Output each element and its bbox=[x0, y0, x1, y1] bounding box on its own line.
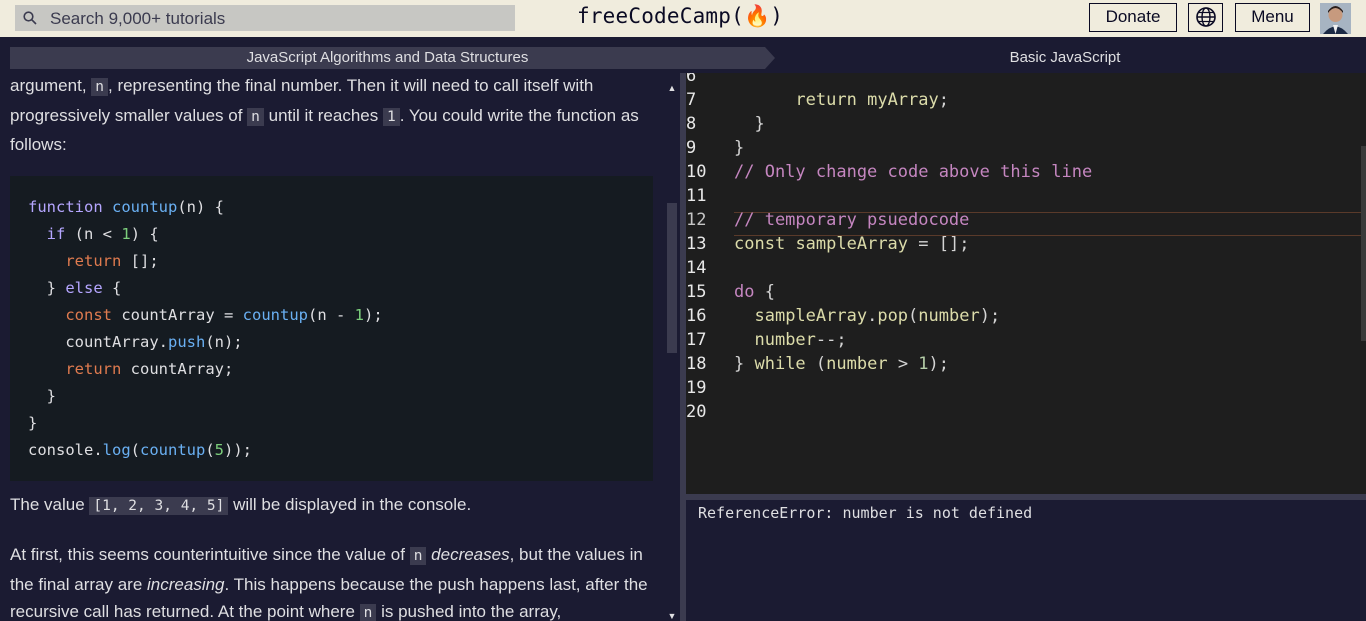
line-number: 7 bbox=[686, 90, 697, 110]
line-code[interactable]: // temporary psuedocode bbox=[734, 208, 969, 232]
inline-code: n bbox=[91, 78, 108, 96]
breadcrumb-superblock[interactable]: JavaScript Algorithms and Data Structure… bbox=[10, 47, 775, 69]
editor-line[interactable]: 18 } while (number > 1); bbox=[686, 352, 1366, 376]
line-code[interactable]: number--; bbox=[734, 328, 846, 352]
editor-line[interactable]: 19 bbox=[686, 376, 1366, 400]
inline-code: n bbox=[247, 107, 264, 126]
search-icon bbox=[23, 11, 37, 25]
instructions-paragraph: At first, this seems counterintuitive si… bbox=[10, 541, 650, 621]
line-number: 18 bbox=[686, 354, 707, 374]
line-code[interactable]: sampleArray.pop(number); bbox=[734, 304, 1000, 328]
line-number: 13 bbox=[686, 234, 707, 254]
emphasis: decreases bbox=[431, 545, 510, 564]
editor-line[interactable]: 12 // temporary psuedocode bbox=[686, 208, 1366, 232]
editor-line[interactable]: 10 // Only change code above this line bbox=[686, 160, 1366, 184]
text: At first, this seems counterintuitive si… bbox=[10, 545, 410, 564]
inline-code: n bbox=[359, 604, 377, 621]
instructions-panel: argument, n, representing the final numb… bbox=[0, 73, 680, 621]
scrollbar-thumb[interactable] bbox=[667, 203, 677, 353]
line-code[interactable]: return myArray; bbox=[734, 88, 949, 112]
donate-button[interactable]: Donate bbox=[1089, 3, 1177, 32]
text: is pushed into the array, bbox=[376, 602, 562, 621]
line-code[interactable]: // Only change code above this line bbox=[734, 160, 1092, 184]
line-code[interactable]: do { bbox=[734, 280, 775, 304]
editor-scrollbar[interactable] bbox=[1361, 146, 1366, 341]
line-number: 17 bbox=[686, 330, 707, 350]
search-input[interactable]: Search 9,000+ tutorials bbox=[50, 9, 225, 29]
example-code-block: function countup(n) { if (n < 1) { retur… bbox=[10, 176, 653, 481]
text: until it reaches bbox=[263, 105, 383, 125]
editor-line[interactable]: 9} bbox=[686, 136, 1366, 160]
breadcrumb-superblock-label: JavaScript Algorithms and Data Structure… bbox=[246, 49, 529, 66]
line-code[interactable]: const sampleArray = []; bbox=[734, 232, 969, 256]
language-button[interactable] bbox=[1188, 3, 1223, 32]
line-number: 12 bbox=[686, 210, 707, 230]
top-nav: Search 9,000+ tutorials freeCodeCamp(🔥) … bbox=[0, 0, 1366, 37]
menu-button[interactable]: Menu bbox=[1235, 3, 1310, 32]
inline-code: [1, 2, 3, 4, 5] bbox=[89, 497, 229, 515]
inline-code: n bbox=[409, 547, 427, 565]
scroll-up-arrow-icon[interactable]: ▲ bbox=[666, 83, 678, 93]
line-number: 14 bbox=[686, 258, 707, 278]
breadcrumb-block[interactable]: Basic JavaScript bbox=[775, 47, 1355, 69]
editor-line[interactable]: 11 bbox=[686, 184, 1366, 208]
editor-line[interactable]: 13 const sampleArray = []; bbox=[686, 232, 1366, 256]
line-number: 8 bbox=[686, 114, 697, 134]
scroll-down-arrow-icon[interactable]: ▼ bbox=[666, 611, 678, 621]
instructions-paragraph: argument, n, representing the final numb… bbox=[10, 73, 650, 159]
brand-logo[interactable]: freeCodeCamp(🔥) bbox=[577, 4, 783, 29]
avatar[interactable] bbox=[1320, 3, 1351, 34]
line-code[interactable]: } bbox=[734, 136, 744, 160]
line-code[interactable]: } bbox=[734, 112, 764, 136]
globe-icon bbox=[1195, 7, 1216, 27]
breadcrumb: JavaScript Algorithms and Data Structure… bbox=[0, 37, 1366, 73]
line-number: 20 bbox=[686, 402, 707, 422]
console-output: ReferenceError: number is not defined bbox=[686, 500, 1366, 621]
inline-code: 1 bbox=[382, 107, 400, 126]
line-number: 19 bbox=[686, 378, 707, 398]
editor-line[interactable]: 7 return myArray; bbox=[686, 88, 1366, 112]
instructions-paragraph: The value [1, 2, 3, 4, 5] will be displa… bbox=[10, 491, 650, 521]
editor-line[interactable]: 20 bbox=[686, 400, 1366, 424]
user-avatar-icon bbox=[1320, 3, 1351, 34]
search-bar[interactable]: Search 9,000+ tutorials bbox=[15, 5, 515, 31]
editor-line[interactable]: 14 bbox=[686, 256, 1366, 280]
text: will be displayed in the console. bbox=[228, 495, 472, 514]
line-number: 15 bbox=[686, 282, 707, 302]
instructions-scrollbar[interactable]: ▲ ▼ bbox=[666, 80, 678, 621]
line-number: 11 bbox=[686, 186, 707, 206]
editor-line[interactable]: 17 number--; bbox=[686, 328, 1366, 352]
text: The value bbox=[10, 495, 90, 514]
console-error-text: ReferenceError: number is not defined bbox=[698, 504, 1033, 522]
line-number: 6 bbox=[686, 73, 697, 86]
emphasis: increasing bbox=[147, 574, 225, 594]
text: argument, bbox=[10, 76, 92, 95]
code-editor[interactable]: 67 return myArray; 8 } 9} 10// Only change … bbox=[686, 73, 1366, 494]
line-number: 9 bbox=[686, 138, 697, 158]
line-code[interactable]: } while (number > 1); bbox=[734, 352, 949, 376]
editor-line[interactable]: 15 do { bbox=[686, 280, 1366, 304]
editor-line[interactable]: 16 sampleArray.pop(number); bbox=[686, 304, 1366, 328]
line-number: 10 bbox=[686, 162, 707, 182]
editor-line[interactable]: 8 } bbox=[686, 112, 1366, 136]
line-number: 16 bbox=[686, 306, 707, 326]
editor-line[interactable]: 6 bbox=[686, 73, 1366, 88]
